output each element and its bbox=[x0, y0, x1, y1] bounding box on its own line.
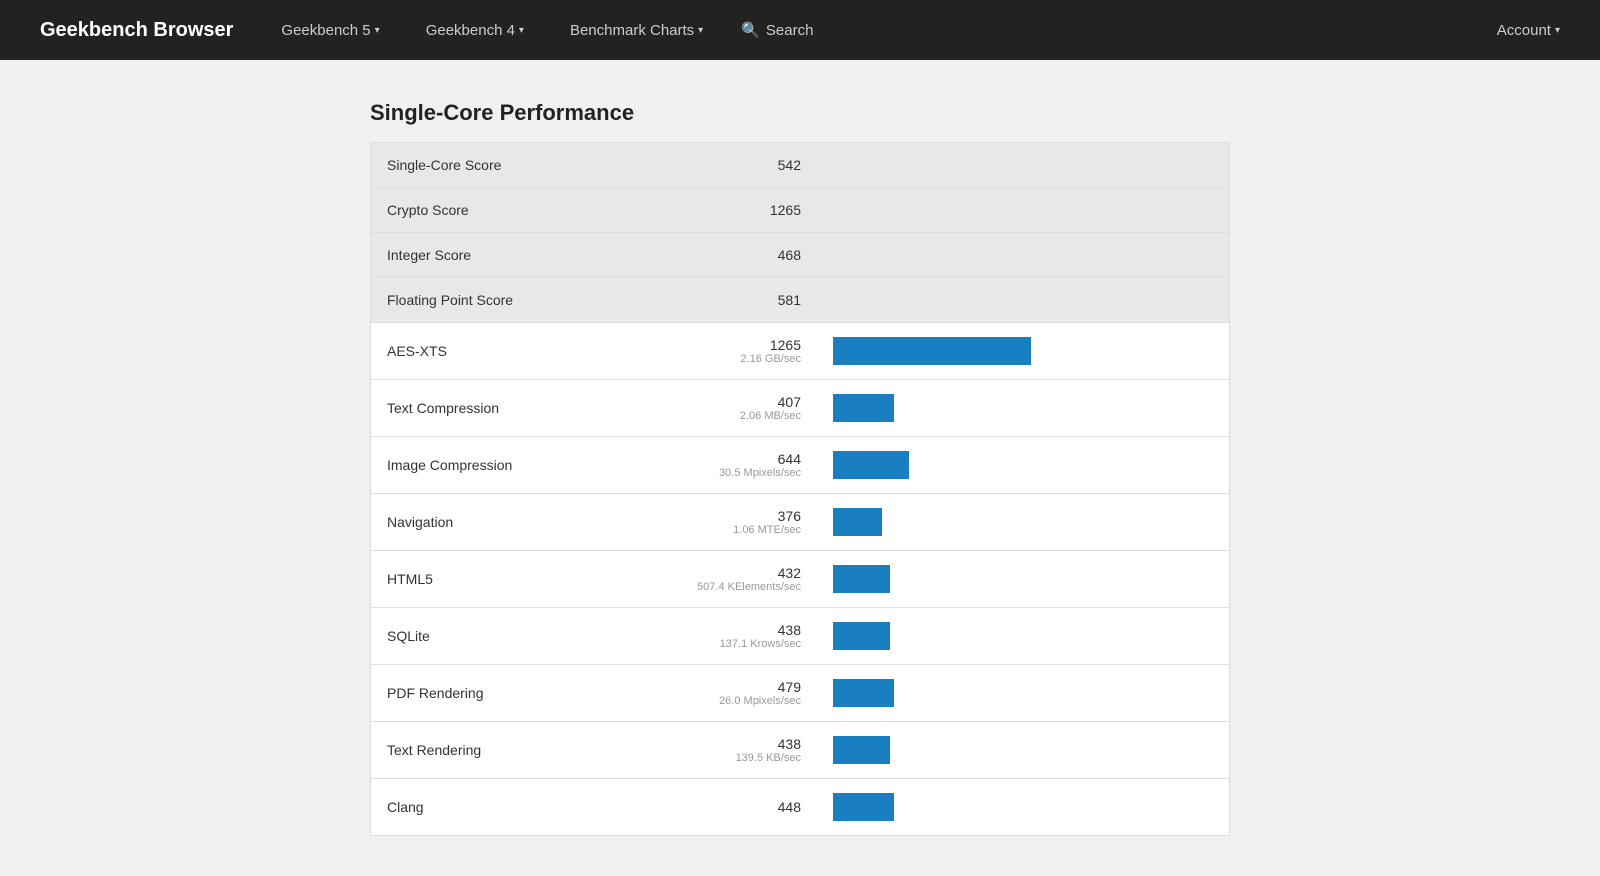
row-bar bbox=[817, 323, 1230, 380]
row-unit: 2.16 GB/sec bbox=[695, 353, 801, 365]
row-score: 407 2.06 MB/sec bbox=[679, 380, 817, 437]
row-unit: 507.4 KElements/sec bbox=[695, 581, 801, 593]
row-bar bbox=[817, 608, 1230, 665]
row-unit: 30.5 Mpixels/sec bbox=[695, 467, 801, 479]
row-name: Single-Core Score bbox=[371, 143, 679, 188]
row-name: Floating Point Score bbox=[371, 278, 679, 323]
table-row: Integer Score 468 bbox=[371, 233, 1230, 278]
chevron-down-icon: ▾ bbox=[698, 25, 703, 36]
row-score: 376 1.06 MTE/sec bbox=[679, 494, 817, 551]
nav-benchmark-charts-label: Benchmark Charts bbox=[570, 22, 694, 39]
brand-title: Geekbench Browser bbox=[40, 19, 233, 42]
bar-outer bbox=[833, 451, 1213, 479]
chevron-down-icon: ▾ bbox=[1555, 25, 1560, 36]
bar-outer bbox=[833, 394, 1213, 422]
row-unit: 137.1 Krows/sec bbox=[695, 638, 801, 650]
nav-geekbench5-label: Geekbench 5 bbox=[281, 22, 370, 39]
row-bar bbox=[817, 233, 1230, 278]
row-score: 479 26.0 Mpixels/sec bbox=[679, 665, 817, 722]
chevron-down-icon: ▾ bbox=[375, 25, 380, 36]
chevron-down-icon: ▾ bbox=[519, 25, 524, 36]
row-bar bbox=[817, 779, 1230, 836]
bar-inner bbox=[833, 394, 894, 422]
bar-inner bbox=[833, 565, 890, 593]
row-score: 432 507.4 KElements/sec bbox=[679, 551, 817, 608]
bar-outer bbox=[833, 793, 1213, 821]
row-bar bbox=[817, 551, 1230, 608]
row-name: Text Rendering bbox=[371, 722, 679, 779]
row-score: 1265 bbox=[679, 188, 817, 233]
search-icon: 🔍 bbox=[741, 21, 760, 39]
row-name: Text Compression bbox=[371, 380, 679, 437]
bar-outer bbox=[833, 565, 1213, 593]
table-row: Image Compression 644 30.5 Mpixels/sec bbox=[371, 437, 1230, 494]
bar-outer bbox=[833, 508, 1213, 536]
bar-outer bbox=[833, 622, 1213, 650]
search-label: Search bbox=[766, 22, 814, 39]
row-score: 438 137.1 Krows/sec bbox=[679, 608, 817, 665]
bar-outer bbox=[833, 736, 1213, 764]
section-title: Single-Core Performance bbox=[370, 100, 1230, 126]
row-unit: 1.06 MTE/sec bbox=[695, 524, 801, 536]
bar-inner bbox=[833, 451, 909, 479]
main-content: Single-Core Performance Single-Core Scor… bbox=[350, 100, 1250, 836]
row-unit: 2.06 MB/sec bbox=[695, 410, 801, 422]
row-unit: 26.0 Mpixels/sec bbox=[695, 695, 801, 707]
row-score: 581 bbox=[679, 278, 817, 323]
table-row: HTML5 432 507.4 KElements/sec bbox=[371, 551, 1230, 608]
row-score: 542 bbox=[679, 143, 817, 188]
bar-inner bbox=[833, 793, 894, 821]
row-name: Image Compression bbox=[371, 437, 679, 494]
table-row: PDF Rendering 479 26.0 Mpixels/sec bbox=[371, 665, 1230, 722]
row-unit: 139.5 KB/sec bbox=[695, 752, 801, 764]
bar-inner bbox=[833, 622, 890, 650]
nav-benchmark-charts[interactable]: Benchmark Charts ▾ bbox=[562, 18, 711, 43]
row-name: Crypto Score bbox=[371, 188, 679, 233]
account-menu[interactable]: Account ▾ bbox=[1497, 22, 1560, 39]
row-bar bbox=[817, 494, 1230, 551]
row-name: SQLite bbox=[371, 608, 679, 665]
table-row: Floating Point Score 581 bbox=[371, 278, 1230, 323]
row-bar bbox=[817, 437, 1230, 494]
row-bar bbox=[817, 143, 1230, 188]
row-score: 1265 2.16 GB/sec bbox=[679, 323, 817, 380]
row-name: Clang bbox=[371, 779, 679, 836]
row-score: 438 139.5 KB/sec bbox=[679, 722, 817, 779]
table-row: SQLite 438 137.1 Krows/sec bbox=[371, 608, 1230, 665]
bar-outer bbox=[833, 337, 1213, 365]
table-row: Navigation 376 1.06 MTE/sec bbox=[371, 494, 1230, 551]
bar-inner bbox=[833, 736, 890, 764]
row-score: 644 30.5 Mpixels/sec bbox=[679, 437, 817, 494]
row-name: HTML5 bbox=[371, 551, 679, 608]
row-bar bbox=[817, 722, 1230, 779]
row-name: AES-XTS bbox=[371, 323, 679, 380]
table-row: Text Rendering 438 139.5 KB/sec bbox=[371, 722, 1230, 779]
bar-inner bbox=[833, 679, 894, 707]
row-bar bbox=[817, 380, 1230, 437]
bar-inner bbox=[833, 337, 1031, 365]
row-score: 448 bbox=[679, 779, 817, 836]
row-bar bbox=[817, 278, 1230, 323]
table-row: Crypto Score 1265 bbox=[371, 188, 1230, 233]
row-name: Integer Score bbox=[371, 233, 679, 278]
benchmark-table: Single-Core Score 542 Crypto Score 1265 … bbox=[370, 142, 1230, 836]
nav-geekbench4[interactable]: Geekbench 4 ▾ bbox=[418, 18, 532, 43]
row-name: PDF Rendering bbox=[371, 665, 679, 722]
row-score: 468 bbox=[679, 233, 817, 278]
nav-geekbench4-label: Geekbench 4 bbox=[426, 22, 515, 39]
row-bar bbox=[817, 665, 1230, 722]
account-label: Account bbox=[1497, 22, 1551, 39]
nav-geekbench5[interactable]: Geekbench 5 ▾ bbox=[273, 18, 387, 43]
table-row: Single-Core Score 542 bbox=[371, 143, 1230, 188]
search-button[interactable]: 🔍 Search bbox=[741, 21, 813, 39]
row-name: Navigation bbox=[371, 494, 679, 551]
table-row: Text Compression 407 2.06 MB/sec bbox=[371, 380, 1230, 437]
bar-outer bbox=[833, 679, 1213, 707]
bar-inner bbox=[833, 508, 882, 536]
table-row: AES-XTS 1265 2.16 GB/sec bbox=[371, 323, 1230, 380]
table-row: Clang 448 bbox=[371, 779, 1230, 836]
navbar: Geekbench Browser Geekbench 5 ▾ Geekbenc… bbox=[0, 0, 1600, 60]
row-bar bbox=[817, 188, 1230, 233]
